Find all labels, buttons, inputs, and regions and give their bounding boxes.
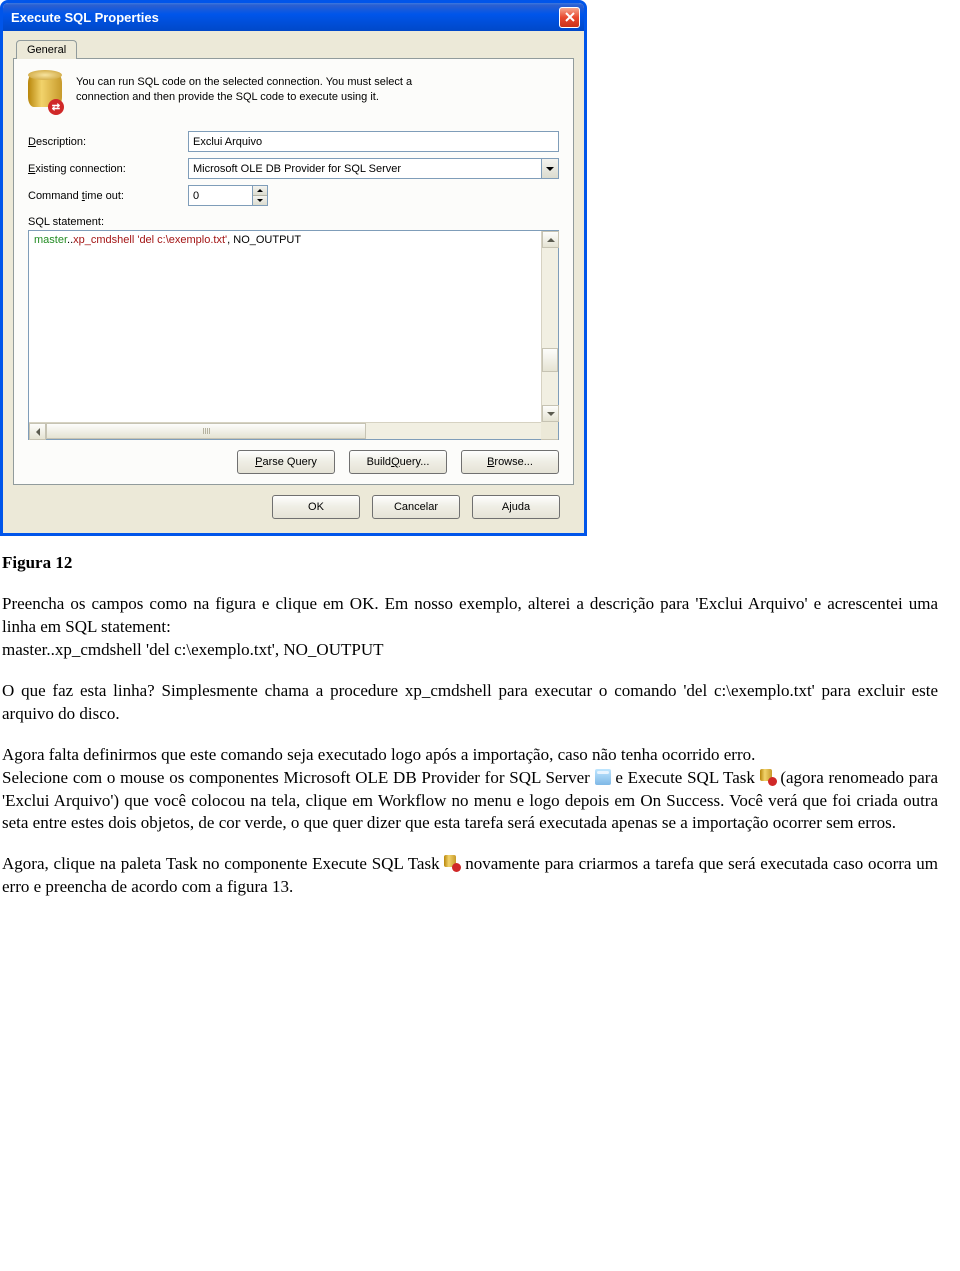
execute-sql-properties-dialog: Execute SQL Properties General ⇄ You can… (0, 0, 587, 536)
horizontal-scrollbar[interactable] (29, 422, 558, 439)
help-button[interactable]: Ajuda (472, 495, 560, 519)
oledb-provider-icon (595, 769, 611, 785)
browse-button[interactable]: Browse... (461, 450, 559, 474)
row-description: Description: (28, 131, 559, 152)
existing-connection-value[interactable] (188, 158, 541, 179)
label-existing-connection: Existing connection: (28, 163, 188, 175)
doc-paragraph-4: Agora, clique na paleta Task no componen… (2, 853, 938, 899)
chevron-down-icon[interactable] (541, 158, 559, 179)
intro-text: You can run SQL code on the selected con… (76, 73, 456, 113)
ok-button[interactable]: OK (272, 495, 360, 519)
titlebar[interactable]: Execute SQL Properties (3, 3, 584, 31)
scroll-thumb-horizontal[interactable] (46, 423, 366, 439)
scroll-corner (541, 422, 558, 439)
label-sql-statement: SQL statement: (28, 216, 559, 228)
dialog-footer: OK Cancelar Ajuda (13, 485, 574, 519)
execute-sql-task-icon (760, 769, 776, 785)
build-query-button[interactable]: Build Query... (349, 450, 447, 474)
row-command-timeout: Command time out: (28, 185, 559, 206)
cancel-button[interactable]: Cancelar (372, 495, 460, 519)
scroll-down-icon[interactable] (542, 405, 559, 422)
parse-query-button[interactable]: Parse Query (237, 450, 335, 474)
command-timeout-value[interactable] (188, 185, 252, 206)
database-icon: ⇄ (28, 73, 62, 113)
doc-paragraph-3: Agora falta definirmos que este comando … (2, 744, 938, 836)
label-description: Description: (28, 136, 188, 148)
sql-text[interactable]: master..xp_cmdshell 'del c:\exemplo.txt'… (29, 231, 558, 439)
scroll-up-icon[interactable] (542, 231, 559, 248)
scroll-left-icon[interactable] (29, 423, 46, 440)
intro-row: ⇄ You can run SQL code on the selected c… (28, 73, 559, 113)
vertical-scrollbar[interactable] (541, 231, 558, 422)
figure-caption: Figura 12 (2, 552, 938, 575)
tab-general[interactable]: General (16, 40, 77, 59)
doc-paragraph-1: Preencha os campos como na figura e cliq… (2, 593, 938, 662)
spinner-up-icon[interactable] (253, 186, 267, 196)
tab-content: ⇄ You can run SQL code on the selected c… (13, 58, 574, 485)
row-existing-connection: Existing connection: (28, 158, 559, 179)
document-body: Figura 12 Preencha os campos como na fig… (0, 536, 948, 937)
close-icon (565, 12, 575, 22)
close-button[interactable] (559, 7, 580, 28)
description-input[interactable] (188, 131, 559, 152)
sql-statement-textarea[interactable]: master..xp_cmdshell 'del c:\exemplo.txt'… (28, 230, 559, 440)
label-command-timeout: Command time out: (28, 190, 188, 202)
window-title: Execute SQL Properties (11, 10, 559, 25)
command-timeout-spinner[interactable] (188, 185, 268, 206)
tabstrip: General (16, 39, 574, 58)
scroll-thumb-vertical[interactable] (542, 348, 558, 372)
spinner-down-icon[interactable] (253, 196, 267, 205)
execute-sql-task-icon (444, 855, 460, 871)
existing-connection-combo[interactable] (188, 158, 559, 179)
doc-paragraph-2: O que faz esta linha? Simplesmente chama… (2, 680, 938, 726)
dialog-body: General ⇄ You can run SQL code on the se… (3, 31, 584, 533)
query-button-row: Parse Query Build Query... Browse... (28, 450, 559, 474)
